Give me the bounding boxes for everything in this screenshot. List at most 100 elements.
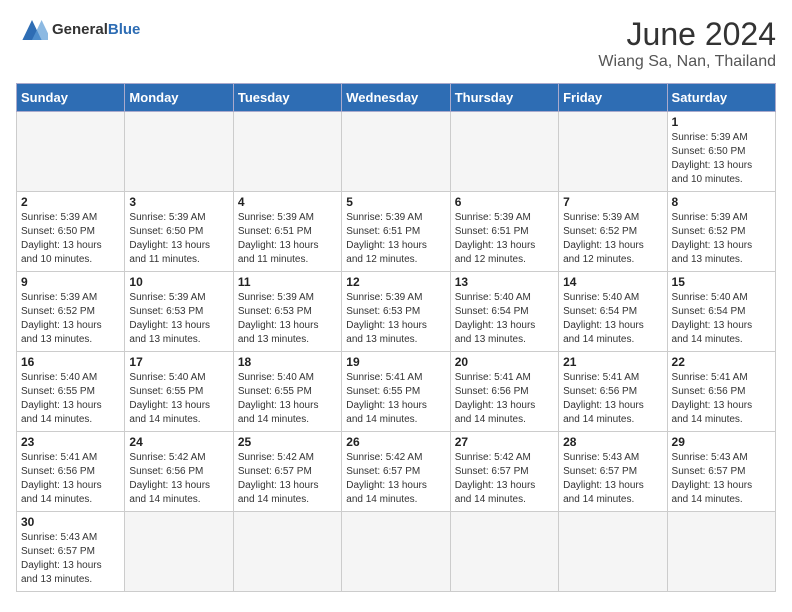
calendar-cell: 22 Sunrise: 5:41 AM Sunset: 6:56 PM Dayli… <box>667 352 775 432</box>
day-info: Sunrise: 5:39 AM Sunset: 6:53 PM Dayligh… <box>129 291 228 347</box>
day-info: Sunrise: 5:42 AM Sunset: 6:57 PM Dayligh… <box>455 451 554 507</box>
day-info: Sunrise: 5:40 AM Sunset: 6:55 PM Dayligh… <box>21 371 120 427</box>
day-info: Sunrise: 5:41 AM Sunset: 6:56 PM Dayligh… <box>21 451 120 507</box>
page-header: GeneralBlue June 2024 Wiang Sa, Nan, Tha… <box>16 16 776 71</box>
day-number: 13 <box>455 275 554 289</box>
day-number: 1 <box>672 115 771 129</box>
logo-blue: Blue <box>108 21 141 38</box>
calendar-cell: 19 Sunrise: 5:41 AM Sunset: 6:55 PM Dayli… <box>342 352 450 432</box>
week-row-3: 9 Sunrise: 5:39 AM Sunset: 6:52 PM Daylig… <box>17 272 776 352</box>
day-number: 20 <box>455 355 554 369</box>
calendar-cell: 24 Sunrise: 5:42 AM Sunset: 6:56 PM Dayli… <box>125 432 233 512</box>
calendar-cell: 8Sunrise: 5:39 AM Sunset: 6:52 PM Daylig… <box>667 192 775 272</box>
calendar-cell: 12Sunrise: 5:39 AM Sunset: 6:53 PM Dayli… <box>342 272 450 352</box>
day-number: 2 <box>21 195 120 209</box>
day-number: 10 <box>129 275 228 289</box>
day-info: Sunrise: 5:40 AM Sunset: 6:55 PM Dayligh… <box>238 371 337 427</box>
day-number: 25 <box>238 435 337 449</box>
calendar-cell <box>125 512 233 592</box>
calendar-cell <box>233 112 341 192</box>
day-info: Sunrise: 5:39 AM Sunset: 6:52 PM Dayligh… <box>21 291 120 347</box>
calendar-cell <box>667 512 775 592</box>
calendar-cell: 28 Sunrise: 5:43 AM Sunset: 6:57 PM Dayli… <box>559 432 667 512</box>
calendar-body: 1 Sunrise: 5:39 AM Sunset: 6:50 PM Daylig… <box>17 112 776 592</box>
calendar-cell: 27 Sunrise: 5:42 AM Sunset: 6:57 PM Dayli… <box>450 432 558 512</box>
week-row-5: 23 Sunrise: 5:41 AM Sunset: 6:56 PM Dayli… <box>17 432 776 512</box>
day-header-tuesday: Tuesday <box>233 84 341 112</box>
calendar-cell <box>17 112 125 192</box>
calendar-cell: 29 Sunrise: 5:43 AM Sunset: 6:57 PM Dayli… <box>667 432 775 512</box>
calendar-cell: 25 Sunrise: 5:42 AM Sunset: 6:57 PM Dayli… <box>233 432 341 512</box>
day-number: 9 <box>21 275 120 289</box>
calendar-cell <box>450 512 558 592</box>
day-info: Sunrise: 5:39 AM Sunset: 6:52 PM Dayligh… <box>563 211 662 267</box>
day-info: Sunrise: 5:39 AM Sunset: 6:53 PM Dayligh… <box>238 291 337 347</box>
day-info: Sunrise: 5:43 AM Sunset: 6:57 PM Dayligh… <box>672 451 771 507</box>
day-info: Sunrise: 5:41 AM Sunset: 6:56 PM Dayligh… <box>455 371 554 427</box>
calendar-cell <box>559 512 667 592</box>
day-info: Sunrise: 5:40 AM Sunset: 6:54 PM Dayligh… <box>563 291 662 347</box>
day-info: Sunrise: 5:42 AM Sunset: 6:57 PM Dayligh… <box>346 451 445 507</box>
day-number: 29 <box>672 435 771 449</box>
day-info: Sunrise: 5:39 AM Sunset: 6:51 PM Dayligh… <box>238 211 337 267</box>
calendar-cell: 5 Sunrise: 5:39 AM Sunset: 6:51 PM Daylig… <box>342 192 450 272</box>
day-number: 24 <box>129 435 228 449</box>
calendar-cell: 26Sunrise: 5:42 AM Sunset: 6:57 PM Dayli… <box>342 432 450 512</box>
calendar-cell: 17Sunrise: 5:40 AM Sunset: 6:55 PM Dayli… <box>125 352 233 432</box>
calendar-cell: 18 Sunrise: 5:40 AM Sunset: 6:55 PM Dayli… <box>233 352 341 432</box>
calendar-cell <box>450 112 558 192</box>
day-info: Sunrise: 5:43 AM Sunset: 6:57 PM Dayligh… <box>563 451 662 507</box>
title-block: June 2024 Wiang Sa, Nan, Thailand <box>598 16 776 71</box>
calendar-cell <box>342 112 450 192</box>
calendar-cell <box>342 512 450 592</box>
day-number: 5 <box>346 195 445 209</box>
day-number: 22 <box>672 355 771 369</box>
calendar-cell: 21Sunrise: 5:41 AM Sunset: 6:56 PM Dayli… <box>559 352 667 432</box>
logo: GeneralBlue <box>16 16 140 44</box>
day-number: 6 <box>455 195 554 209</box>
calendar-cell: 7 Sunrise: 5:39 AM Sunset: 6:52 PM Daylig… <box>559 192 667 272</box>
day-number: 21 <box>563 355 662 369</box>
day-number: 27 <box>455 435 554 449</box>
week-row-2: 2 Sunrise: 5:39 AM Sunset: 6:50 PM Daylig… <box>17 192 776 272</box>
logo-icon <box>16 16 48 44</box>
day-number: 18 <box>238 355 337 369</box>
day-info: Sunrise: 5:39 AM Sunset: 6:51 PM Dayligh… <box>346 211 445 267</box>
day-header-sunday: Sunday <box>17 84 125 112</box>
calendar-cell: 16 Sunrise: 5:40 AM Sunset: 6:55 PM Dayli… <box>17 352 125 432</box>
day-header-friday: Friday <box>559 84 667 112</box>
day-number: 23 <box>21 435 120 449</box>
calendar-cell: 4Sunrise: 5:39 AM Sunset: 6:51 PM Daylig… <box>233 192 341 272</box>
day-number: 14 <box>563 275 662 289</box>
day-info: Sunrise: 5:39 AM Sunset: 6:50 PM Dayligh… <box>129 211 228 267</box>
calendar-cell <box>233 512 341 592</box>
day-number: 30 <box>21 515 120 529</box>
day-header-thursday: Thursday <box>450 84 558 112</box>
day-info: Sunrise: 5:42 AM Sunset: 6:57 PM Dayligh… <box>238 451 337 507</box>
day-info: Sunrise: 5:40 AM Sunset: 6:54 PM Dayligh… <box>455 291 554 347</box>
day-info: Sunrise: 5:39 AM Sunset: 6:52 PM Dayligh… <box>672 211 771 267</box>
week-row-4: 16 Sunrise: 5:40 AM Sunset: 6:55 PM Dayli… <box>17 352 776 432</box>
day-number: 16 <box>21 355 120 369</box>
day-header-saturday: Saturday <box>667 84 775 112</box>
day-header-monday: Monday <box>125 84 233 112</box>
calendar-cell: 2Sunrise: 5:39 AM Sunset: 6:50 PM Daylig… <box>17 192 125 272</box>
day-info: Sunrise: 5:42 AM Sunset: 6:56 PM Dayligh… <box>129 451 228 507</box>
logo-general: General <box>52 21 108 38</box>
calendar-cell: 15Sunrise: 5:40 AM Sunset: 6:54 PM Dayli… <box>667 272 775 352</box>
calendar-cell: 3 Sunrise: 5:39 AM Sunset: 6:50 PM Daylig… <box>125 192 233 272</box>
day-number: 7 <box>563 195 662 209</box>
calendar-table: SundayMondayTuesdayWednesdayThursdayFrid… <box>16 83 776 592</box>
day-info: Sunrise: 5:41 AM Sunset: 6:56 PM Dayligh… <box>672 371 771 427</box>
calendar-cell: 30Sunrise: 5:43 AM Sunset: 6:57 PM Dayli… <box>17 512 125 592</box>
day-info: Sunrise: 5:39 AM Sunset: 6:51 PM Dayligh… <box>455 211 554 267</box>
calendar-cell <box>125 112 233 192</box>
day-number: 3 <box>129 195 228 209</box>
day-info: Sunrise: 5:41 AM Sunset: 6:55 PM Dayligh… <box>346 371 445 427</box>
day-number: 28 <box>563 435 662 449</box>
day-number: 17 <box>129 355 228 369</box>
week-row-1: 1Sunrise: 5:39 AM Sunset: 6:50 PM Daylig… <box>17 112 776 192</box>
calendar-cell <box>559 112 667 192</box>
calendar-cell: 20 Sunrise: 5:41 AM Sunset: 6:56 PM Dayli… <box>450 352 558 432</box>
day-number: 19 <box>346 355 445 369</box>
